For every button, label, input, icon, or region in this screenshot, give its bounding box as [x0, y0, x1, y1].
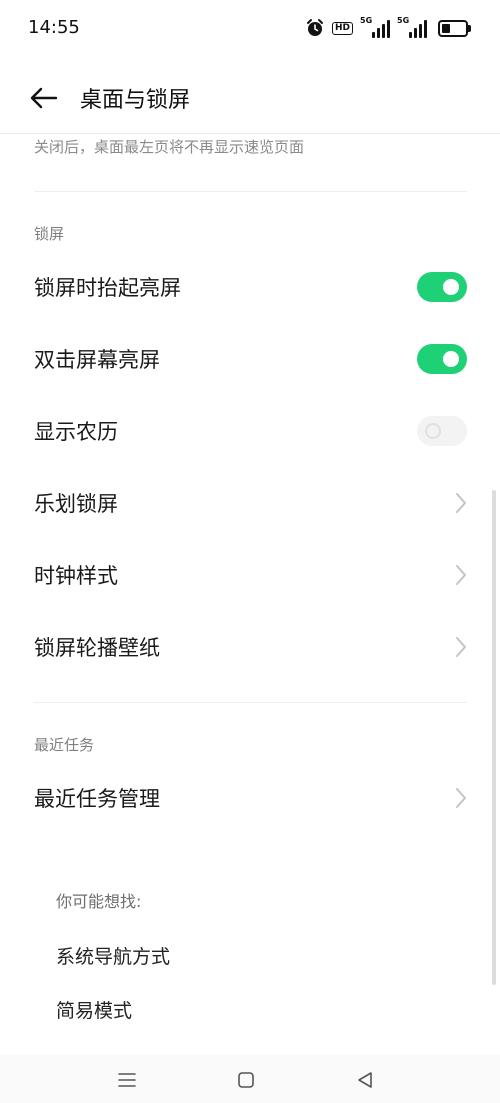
network-type-label: 5G [360, 16, 373, 25]
row-label: 最近任务管理 [34, 787, 160, 811]
status-icons: HD 5G 5G [305, 16, 471, 39]
arrow-left-icon [30, 87, 58, 109]
menu-button[interactable] [112, 1065, 142, 1095]
home-button[interactable] [231, 1065, 261, 1095]
signal-icon: 5G [397, 16, 427, 38]
chevron-right-icon [456, 637, 466, 657]
lunar-calendar-toggle[interactable] [417, 416, 467, 446]
row-label: 锁屏时抬起亮屏 [34, 276, 181, 300]
row-wallpaper-carousel[interactable]: 锁屏轮播壁纸 [0, 612, 500, 682]
row-label: 锁屏轮播壁纸 [34, 636, 160, 660]
suggestion-link[interactable]: 系统导航方式 [56, 942, 170, 969]
suggestions-title: 你可能想找: [56, 892, 142, 911]
section-title-lock-screen: 锁屏 [34, 225, 65, 243]
alarm-icon [306, 19, 323, 36]
quick-view-description: 关闭后，桌面最左页将不再显示速览页面 [34, 138, 305, 156]
signal-icon: 5G [360, 16, 390, 38]
header: 桌面与锁屏 [0, 58, 500, 134]
row-double-tap-wake[interactable]: 双击屏幕亮屏 [0, 324, 500, 394]
battery-icon [438, 19, 471, 37]
row-label: 时钟样式 [34, 564, 118, 588]
back-triangle-icon [358, 1072, 372, 1088]
row-raise-to-wake[interactable]: 锁屏时抬起亮屏 [0, 252, 500, 322]
home-icon [238, 1072, 254, 1088]
navigation-bar [0, 1055, 500, 1103]
divider [34, 191, 467, 192]
back-nav-button[interactable] [350, 1065, 380, 1095]
network-type-label: 5G [397, 16, 410, 25]
row-show-lunar-calendar[interactable]: 显示农历 [0, 396, 500, 466]
page-title: 桌面与锁屏 [80, 88, 191, 113]
suggestion-link[interactable]: 简易模式 [56, 996, 132, 1023]
scrollbar[interactable] [492, 490, 496, 985]
chevron-right-icon [456, 493, 466, 513]
divider [34, 702, 467, 703]
row-label: 双击屏幕亮屏 [34, 348, 160, 372]
hd-icon: HD [331, 21, 353, 35]
status-bar: 14:55 HD 5G 5G [0, 0, 500, 58]
row-recent-tasks-management[interactable]: 最近任务管理 [0, 763, 500, 833]
row-lehua-lock-screen[interactable]: 乐划锁屏 [0, 468, 500, 538]
raise-to-wake-toggle[interactable] [417, 272, 467, 302]
menu-icon [118, 1073, 136, 1087]
back-button[interactable] [22, 78, 66, 118]
status-time: 14:55 [28, 17, 80, 38]
double-tap-wake-toggle[interactable] [417, 344, 467, 374]
row-label: 显示农历 [34, 420, 118, 444]
section-title-recent-tasks: 最近任务 [34, 736, 95, 754]
chevron-right-icon [456, 788, 466, 808]
settings-screen: 14:55 HD 5G 5G 桌面与锁屏 关闭后，桌面最左页将不再显示速览页面 … [0, 0, 500, 1103]
row-clock-style[interactable]: 时钟样式 [0, 540, 500, 610]
chevron-right-icon [456, 565, 466, 585]
header-divider [0, 133, 500, 134]
row-label: 乐划锁屏 [34, 492, 118, 516]
